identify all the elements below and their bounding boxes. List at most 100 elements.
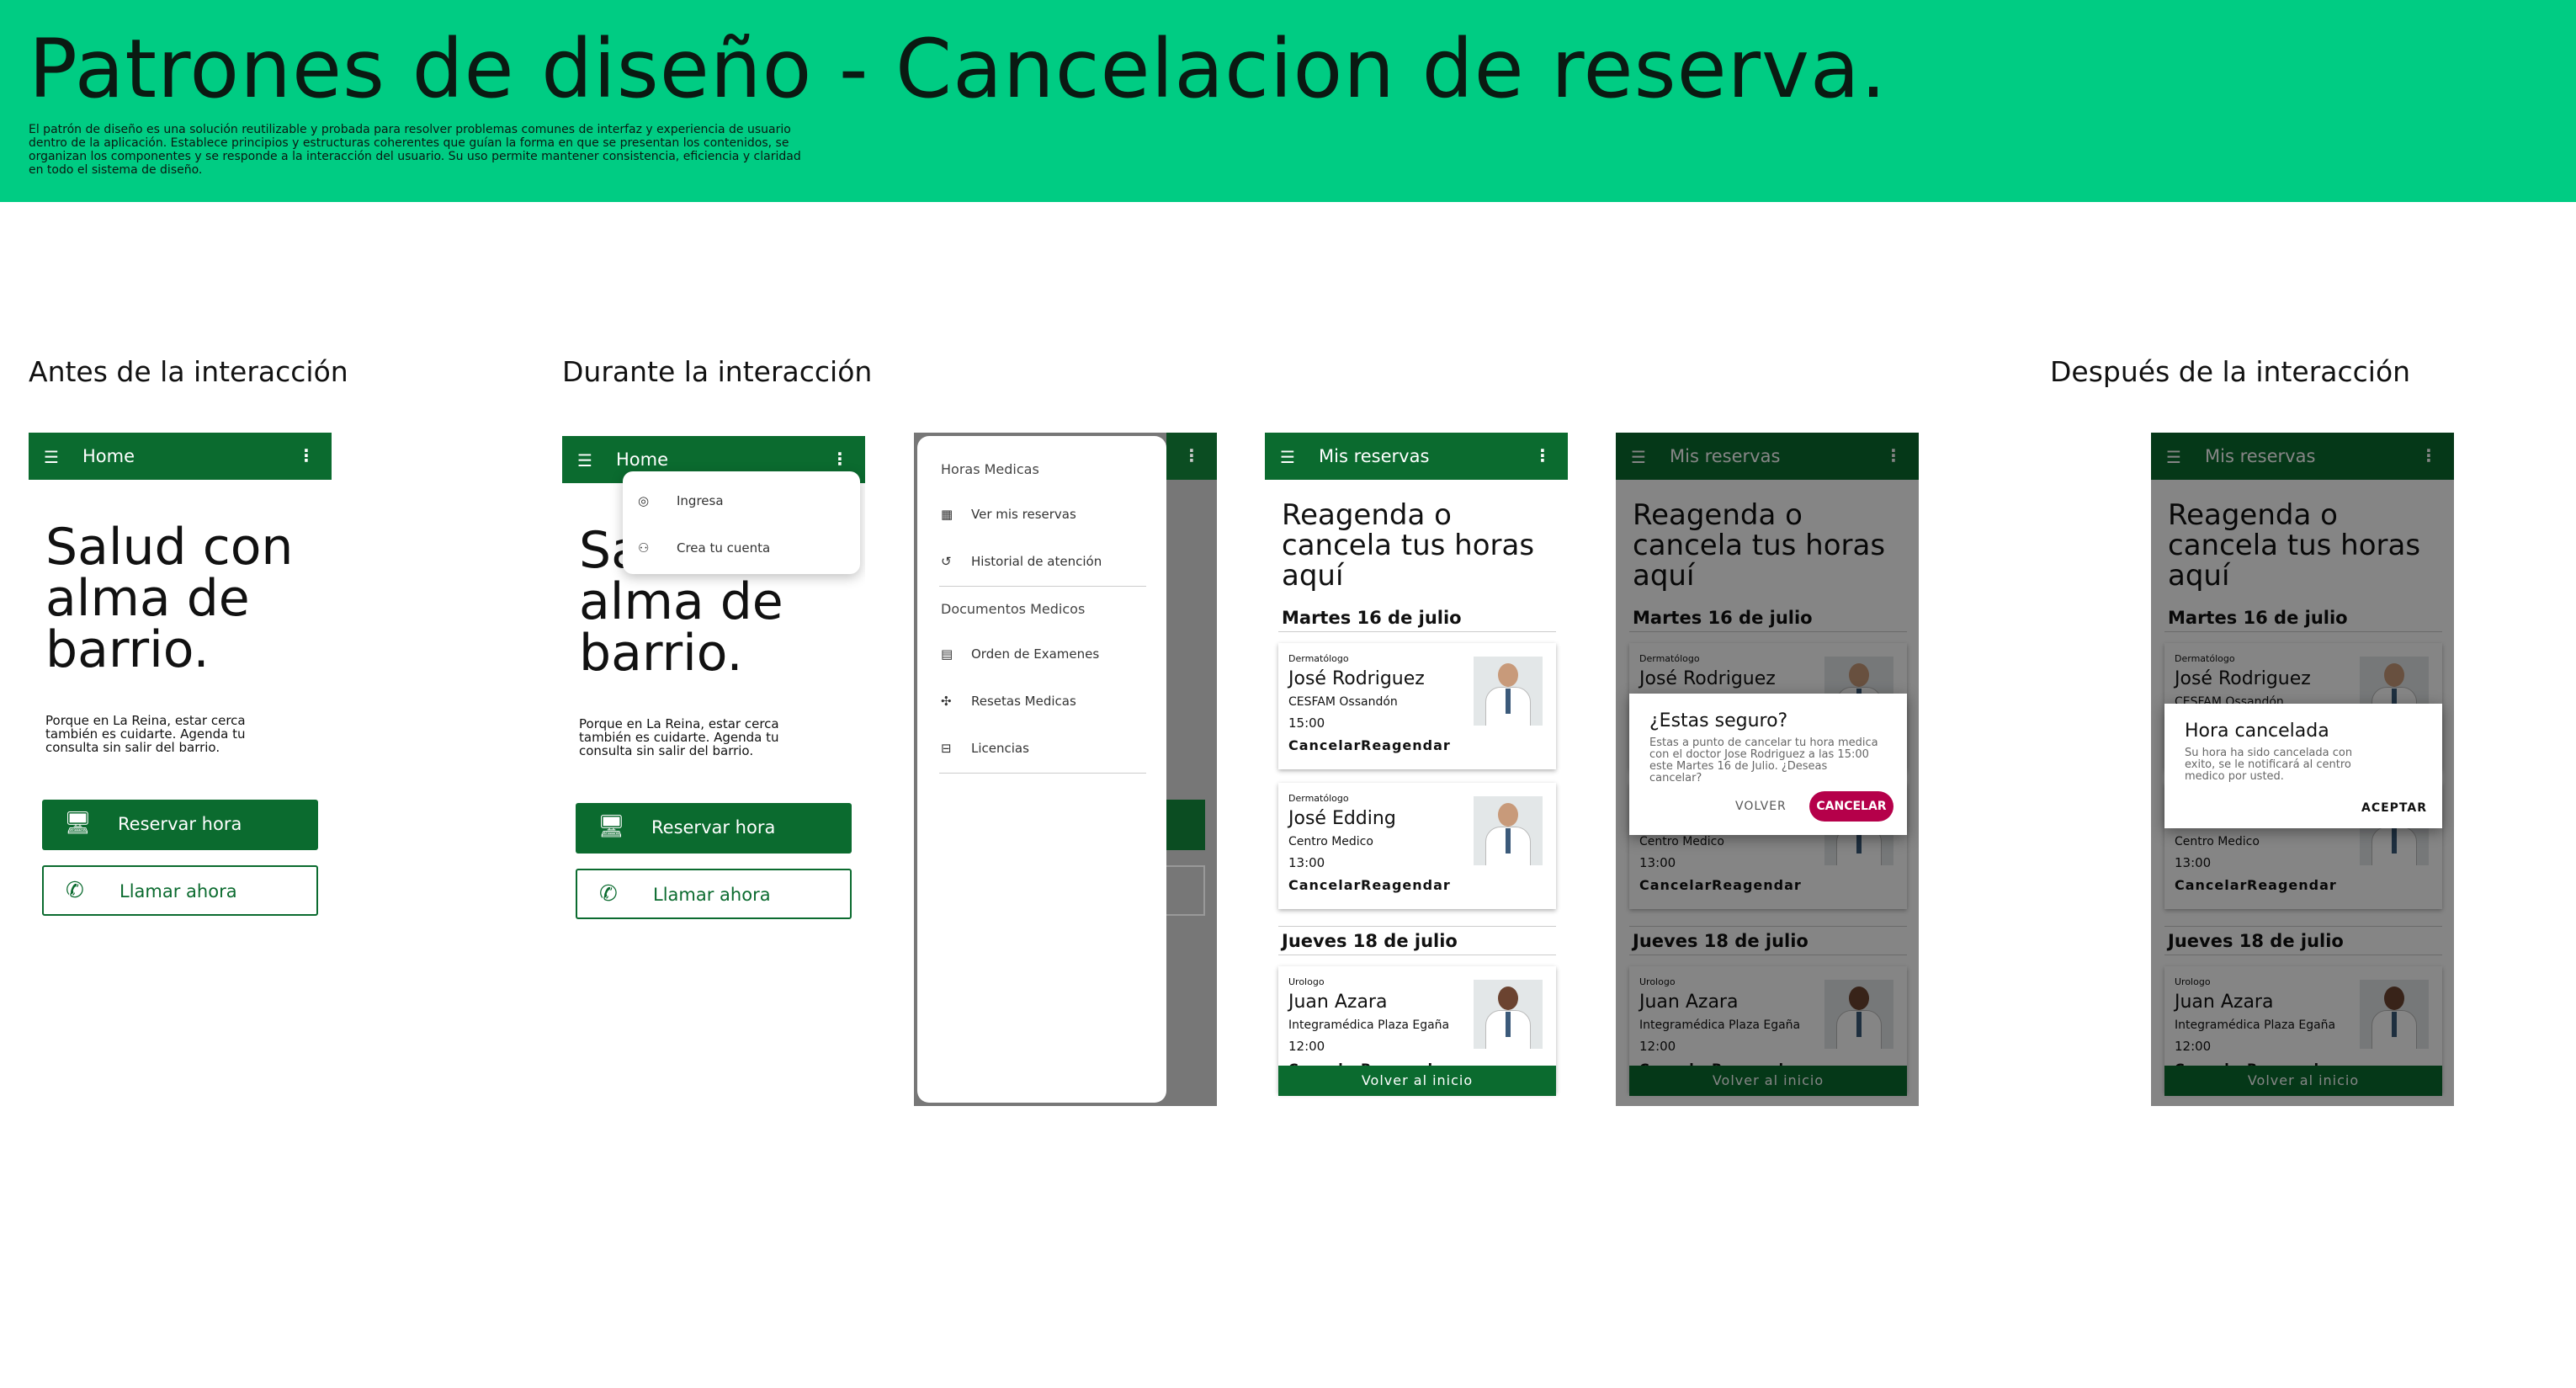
menu-item-create-account[interactable]: ⚇ Crea tu cuenta [638,540,770,556]
menu-item-label: Ingresa [677,493,724,508]
specialty: Dermatólogo [1288,793,1349,804]
pills-icon: ✣ [941,694,952,709]
call-label: Llamar ahora [120,881,237,901]
day-heading: Jueves 18 de julio [1282,931,1458,951]
reserve-button-edge [1166,800,1205,850]
section-during-title: Durante la interacción [562,355,873,388]
phone-reservas-confirm: ☰ Mis reservas ⋮ Reagenda o cancela tus … [1616,433,1919,1106]
hamburger-icon[interactable]: ☰ [577,450,592,471]
page-heading: Reagenda o cancela tus horas aquí [1282,500,1534,591]
doctor-name: José Rodriguez [1288,668,1425,689]
tagline: Porque en La Reina, estar cerca también … [579,716,779,758]
phone-home: ☰ Home ⋮ Salud con alma de barrio. Porqu… [29,433,332,1106]
app-bar-title: Home [82,446,135,466]
reschedule-button[interactable]: Reagendar [1361,877,1451,893]
more-vert-icon[interactable]: ⋮ [1534,445,1551,465]
hero-line: barrio. [45,620,210,679]
drawer-item-historial[interactable]: ↺ Historial de atención [941,554,1102,569]
hero-line: Salud con [45,518,294,577]
heading-line: aquí [1282,559,1344,593]
day-heading: Martes 16 de julio [1282,608,1462,628]
dialog-body: Estas a punto de cancelar tu hora medica… [1649,737,1878,784]
heading-line: Reagenda o [1282,498,1452,532]
more-vert-icon[interactable]: ⋮ [298,445,315,465]
back-home-button[interactable]: Volver al inicio [1278,1066,1556,1096]
doctor-photo [1474,980,1543,1049]
bed-icon: ⊟ [941,741,952,756]
phone-reservas-cancelled: ☰ Mis reservas ⋮ Reagenda o cancela tus … [2151,433,2454,1106]
drawer-group-title: Horas Medicas [941,461,1039,477]
drawer-item-licencias[interactable]: ⊟ Licencias [941,741,1029,756]
drawer-item-label: Historial de atención [971,554,1102,569]
hamburger-icon[interactable]: ☰ [44,447,59,467]
reserve-button[interactable]: 🖥 Reservar hora [42,800,318,850]
appointment-card: Dermatólogo José Edding Centro Medico 13… [1278,783,1556,909]
doctor-name: José Edding [1288,808,1396,829]
phone-icon: ✆ [599,881,618,907]
add-user-icon: ⚇ [638,540,650,556]
dialog-cancel-button[interactable]: CANCELAR [1809,791,1893,822]
clinic: CESFAM Ossandón [1288,695,1398,709]
heading-line: cancela tus horas [1282,529,1535,562]
app-bar-title: Home [616,449,669,470]
call-label: Llamar ahora [653,885,771,905]
monitor-icon: 🖥 [64,811,93,836]
user-icon: ◎ [638,493,650,508]
drawer-item-label: Resetas Medicas [971,694,1076,709]
doctor-photo [1474,796,1543,865]
doctor-photo [1474,657,1543,726]
specialty: Dermatólogo [1288,653,1349,664]
section-before-title: Antes de la interacción [29,355,348,388]
drawer-item-label: Ver mis reservas [971,507,1076,522]
reschedule-button[interactable]: Reagendar [1361,737,1451,753]
app-bar: ☰ Mis reservas ⋮ [1265,433,1568,480]
reserve-label: Reservar hora [118,814,242,834]
monitor-icon: 🖥 [598,814,626,839]
drawer-item-recetas[interactable]: ✣ Resetas Medicas [941,694,1076,709]
phone-home-menu: ☰ Home ⋮ Sa alma de barrio. Porque en La… [562,436,865,1109]
dialog-back-button[interactable]: VOLVER [1735,800,1787,813]
dialog-body: Su hora ha sido cancelada con exito, se … [2185,747,2353,783]
call-button[interactable]: ✆ Llamar ahora [42,865,318,916]
phone-drawer: ⋮ Horas Medicas ▦ Ver mis reservas ↺ Histo… [914,433,1217,1106]
doctor-name: Juan Azara [1288,992,1388,1013]
confirm-dialog: ¿Estas seguro? Estas a punto de cancelar… [1629,694,1907,835]
page-title: Patrones de diseño - Cancelacion de rese… [29,22,1888,116]
appointment-card: Dermatólogo José Rodriguez CESFAM Ossand… [1278,643,1556,769]
time: 15:00 [1288,715,1325,731]
tagline: Porque en La Reina, estar cerca también … [45,713,246,755]
page-description: El patrón de diseño es una solución reut… [29,123,801,177]
drawer-item-reservas[interactable]: ▦ Ver mis reservas [941,507,1076,522]
cancel-button[interactable]: Cancelar [1288,877,1361,893]
divider [1278,631,1556,632]
divider [1278,926,1556,927]
time: 13:00 [1288,855,1325,870]
drawer-item-label: Orden de Examenes [971,646,1100,662]
call-button[interactable]: ✆ Llamar ahora [576,869,852,919]
dialog-title: ¿Estas seguro? [1649,710,1788,731]
hero-line: alma de [579,572,783,631]
hamburger-icon[interactable]: ☰ [1280,447,1295,467]
calendar-icon: ▦ [941,507,953,522]
navigation-drawer: Horas Medicas ▦ Ver mis reservas ↺ Histori… [917,436,1166,1103]
section-after-title: Después de la interacción [2050,355,2411,388]
divider [939,773,1146,774]
history-icon: ↺ [941,554,952,569]
more-vert-icon[interactable]: ⋮ [1183,445,1200,465]
success-dialog: Hora cancelada Su hora ha sido cancelada… [2164,704,2442,828]
more-vert-icon[interactable]: ⋮ [831,449,848,469]
hero-line: barrio. [579,624,743,683]
menu-item-login[interactable]: ◎ Ingresa [638,493,724,508]
divider [939,586,1146,587]
reserve-label: Reservar hora [651,817,776,838]
clinic: Integramédica Plaza Egaña [1288,1018,1450,1032]
drawer-item-examenes[interactable]: ▤ Orden de Examenes [941,646,1099,662]
hero-line: alma de [45,569,250,628]
header-banner: Patrones de diseño - Cancelacion de rese… [0,0,2576,202]
phone-reservas: ☰ Mis reservas ⋮ Reagenda o cancela tus … [1265,433,1568,1106]
dialog-accept-button[interactable]: ACEPTAR [2361,801,2427,815]
cancel-button[interactable]: Cancelar [1288,737,1361,753]
clinic: Centro Medico [1288,835,1373,848]
reserve-button[interactable]: 🖥 Reservar hora [576,803,852,854]
menu-item-label: Crea tu cuenta [677,540,771,556]
